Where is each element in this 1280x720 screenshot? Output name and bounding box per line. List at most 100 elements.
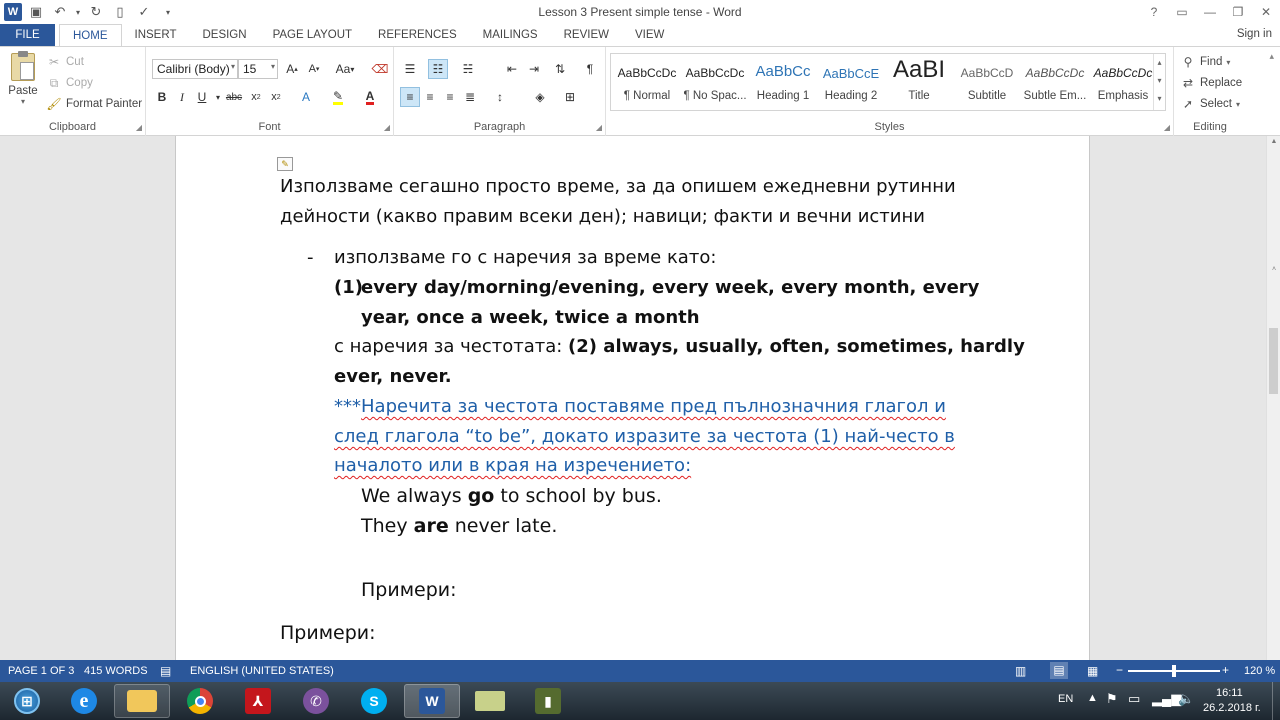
styles-gallery-scroll[interactable]: ▴ ▾ ▾: [1153, 54, 1165, 110]
tab-review[interactable]: REVIEW: [551, 24, 622, 46]
proofing-icon[interactable]: ▤: [160, 664, 171, 678]
tab-references[interactable]: REFERENCES: [365, 24, 470, 46]
word-count[interactable]: 415 WORDS: [84, 665, 148, 677]
show-hidden-icons-icon[interactable]: ▲: [1087, 692, 1098, 704]
taskbar-recorder[interactable]: ▮: [520, 684, 576, 718]
taskbar-chrome[interactable]: [172, 684, 228, 718]
style-subtitle[interactable]: AaBbCcD Subtitle: [953, 54, 1021, 110]
tab-insert[interactable]: INSERT: [122, 24, 190, 46]
find-button[interactable]: ⚲ Find ▾: [1180, 54, 1231, 70]
font-name-combo[interactable]: Calibri (Body) ▾: [152, 59, 238, 79]
taskbar-acrobat[interactable]: ⅄: [230, 684, 286, 718]
line-spacing-icon[interactable]: ↕: [490, 87, 510, 107]
read-mode-icon[interactable]: ▥: [1015, 664, 1026, 678]
bullets-icon[interactable]: ☰: [400, 59, 420, 79]
taskbar-notes[interactable]: [462, 684, 518, 718]
superscript-button[interactable]: x2: [266, 87, 286, 107]
tab-design[interactable]: DESIGN: [189, 24, 259, 46]
scroll-up-icon[interactable]: ▲: [1267, 138, 1280, 145]
tab-view[interactable]: VIEW: [622, 24, 677, 46]
device-icon[interactable]: ▭: [1128, 691, 1140, 707]
grow-font-button[interactable]: A ▴: [282, 59, 302, 79]
text-effects-icon[interactable]: A: [296, 87, 316, 107]
shrink-font-button[interactable]: A ▾: [304, 59, 324, 79]
style-emphasis[interactable]: AaBbCcDc Emphasis: [1089, 54, 1157, 110]
subscript-button[interactable]: x2: [246, 87, 266, 107]
style-no-spacing[interactable]: AaBbCcDc ¶ No Spac...: [681, 54, 749, 110]
clock-date[interactable]: 26.2.2018 г.: [1203, 702, 1261, 714]
zoom-slider-thumb[interactable]: [1172, 665, 1176, 677]
increase-indent-icon[interactable]: ⇥: [524, 59, 544, 79]
language-indicator[interactable]: ENGLISH (UNITED STATES): [190, 665, 334, 677]
start-button[interactable]: ⊞: [2, 684, 52, 718]
close-button[interactable]: ✕: [1252, 0, 1280, 24]
align-right-icon[interactable]: ≡: [440, 87, 460, 107]
justify-icon[interactable]: ≣: [460, 87, 480, 107]
chevron-up-icon[interactable]: ▴: [1154, 54, 1165, 72]
font-launcher-icon[interactable]: ◢: [384, 123, 390, 132]
show-desktop-button[interactable]: [1272, 682, 1280, 720]
input-language[interactable]: EN: [1058, 693, 1073, 705]
tab-home[interactable]: HOME: [59, 24, 122, 46]
sort-icon[interactable]: ⇅: [550, 59, 570, 79]
font-color-icon[interactable]: A: [360, 87, 380, 107]
taskbar-ie[interactable]: e: [56, 684, 112, 718]
page-count[interactable]: PAGE 1 OF 3: [8, 665, 74, 677]
clear-formatting-icon[interactable]: ⌫: [370, 59, 390, 79]
align-left-icon[interactable]: ≡: [400, 87, 420, 107]
more-styles-icon[interactable]: ▾: [1154, 90, 1165, 108]
tab-file[interactable]: FILE: [0, 24, 55, 46]
tab-mailings[interactable]: MAILINGS: [470, 24, 551, 46]
bold-button[interactable]: B: [152, 87, 172, 107]
clipboard-launcher-icon[interactable]: ◢: [136, 123, 142, 132]
taskbar-skype[interactable]: S: [346, 684, 402, 718]
borders-icon[interactable]: ⊞: [560, 87, 580, 107]
style-title[interactable]: AaBI Title: [885, 54, 953, 110]
collapse-ribbon-icon[interactable]: ▴: [1269, 51, 1274, 62]
zoom-out-icon[interactable]: −: [1116, 663, 1123, 677]
volume-icon[interactable]: 🔈: [1178, 691, 1194, 707]
select-button[interactable]: ➚ Select ▾: [1180, 96, 1240, 112]
font-size-combo[interactable]: 15 ▾: [238, 59, 278, 79]
network-icon[interactable]: ▂▄▆: [1152, 691, 1181, 707]
strikethrough-button[interactable]: abc: [224, 87, 244, 107]
styles-launcher-icon[interactable]: ◢: [1164, 123, 1170, 132]
taskbar-viber[interactable]: ✆: [288, 684, 344, 718]
cut-button[interactable]: ✂ Cut: [46, 54, 84, 70]
zoom-level[interactable]: 120 %: [1244, 665, 1275, 677]
replace-button[interactable]: ⇄ Replace: [1180, 75, 1242, 91]
flag-icon[interactable]: ⚑: [1106, 691, 1118, 707]
taskbar-explorer[interactable]: [114, 684, 170, 718]
format-painter-button[interactable]: 🖌 Format Painter: [46, 96, 142, 112]
help-button[interactable]: ?: [1140, 0, 1168, 24]
shading-icon[interactable]: ◈: [530, 87, 550, 107]
chevron-down-icon[interactable]: ▾: [1154, 72, 1165, 90]
web-layout-icon[interactable]: ▦: [1087, 664, 1098, 678]
style-heading-2[interactable]: AaBbCcE Heading 2: [817, 54, 885, 110]
copy-button[interactable]: ⧉ Copy: [46, 75, 93, 91]
change-case-button[interactable]: Aa ▾: [330, 59, 360, 79]
style-heading-1[interactable]: AaBbCc Heading 1: [749, 54, 817, 110]
minimize-button[interactable]: —: [1196, 0, 1224, 24]
italic-button[interactable]: I: [172, 87, 192, 107]
decrease-indent-icon[interactable]: ⇤: [502, 59, 522, 79]
style-normal[interactable]: AaBbCcDc ¶ Normal: [613, 54, 681, 110]
style-subtle-emphasis[interactable]: AaBbCcDc Subtle Em...: [1021, 54, 1089, 110]
restore-button[interactable]: ❐: [1224, 0, 1252, 24]
multilevel-list-icon[interactable]: ☵: [458, 59, 478, 79]
align-center-icon[interactable]: ≡: [420, 87, 440, 107]
show-formatting-marks-icon[interactable]: ¶: [580, 59, 600, 79]
scrollbar-thumb[interactable]: [1269, 328, 1278, 394]
tab-page-layout[interactable]: PAGE LAYOUT: [260, 24, 365, 46]
vertical-scrollbar[interactable]: ▲ ˄: [1266, 136, 1280, 660]
ribbon-display-options-button[interactable]: ▭: [1168, 0, 1196, 24]
zoom-in-icon[interactable]: +: [1222, 663, 1229, 677]
clock-time[interactable]: 16:11: [1216, 687, 1243, 699]
print-layout-icon[interactable]: ▤: [1050, 662, 1068, 679]
paste-options-icon[interactable]: ✎: [277, 157, 293, 171]
paragraph-launcher-icon[interactable]: ◢: [596, 123, 602, 132]
sign-in-link[interactable]: Sign in: [1237, 28, 1272, 40]
taskbar-word[interactable]: W: [404, 684, 460, 718]
paste-button[interactable]: Paste ▾: [6, 51, 40, 113]
numbering-icon[interactable]: ☷: [428, 59, 448, 79]
